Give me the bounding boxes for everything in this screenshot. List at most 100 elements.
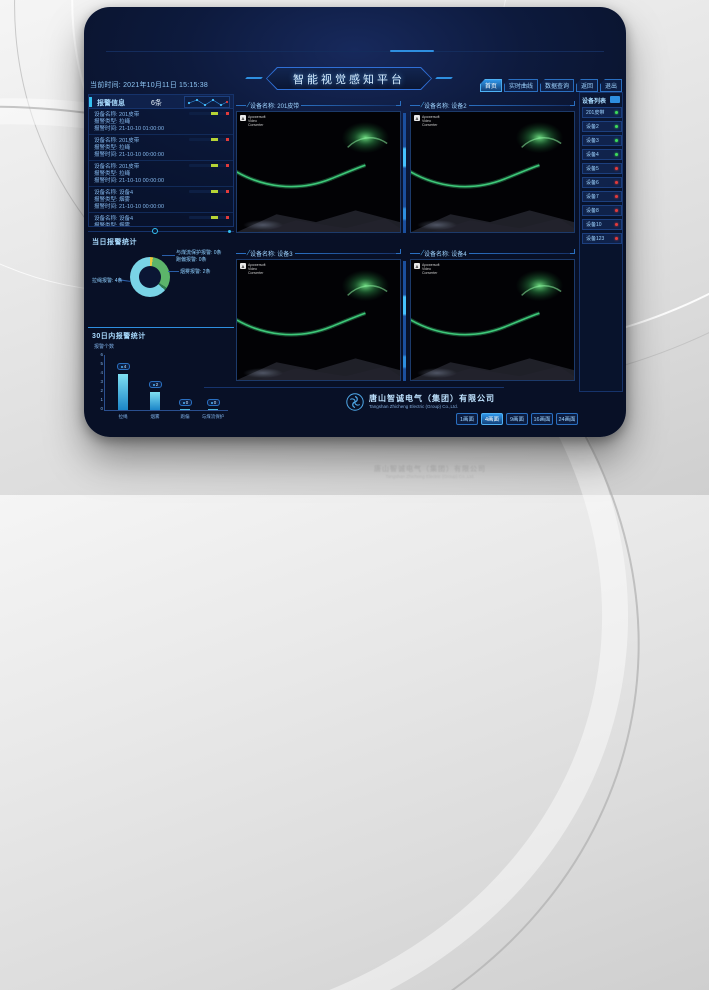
view-button-1[interactable]: 1画面 <box>456 413 478 425</box>
alarm-count-badge: 6条 <box>151 98 162 108</box>
circuit-decoration-icon <box>184 96 230 108</box>
device-list: 201皮带 设备2 设备3 设备4 设备5 设备6 设备7 设备 <box>582 107 622 247</box>
device-status-dot <box>615 237 618 240</box>
nav-button-exit[interactable]: 退出 <box>600 79 622 92</box>
bar-value-badge: 4 <box>117 363 130 370</box>
company-logo-icon <box>346 393 364 411</box>
header-divider <box>106 51 604 52</box>
view-button-9[interactable]: 9画面 <box>506 413 528 425</box>
device-status-dot <box>615 153 618 156</box>
device-item[interactable]: 设备2 <box>582 121 622 132</box>
watermark: A ApowersoftVideo Converter <box>414 115 422 121</box>
video-panel-4[interactable]: / 设备名称: 设备4 A ApowersoftVideo Converter <box>410 247 575 387</box>
donut-label-pullcord: 拉绳报警: 4条 <box>92 277 123 284</box>
device-item[interactable]: 设备4 <box>582 149 622 160</box>
device-item[interactable]: 设备123 <box>582 233 622 244</box>
y-tick: 3 <box>95 379 103 384</box>
monthly-stats-title: 30日内报警统计 <box>92 331 146 341</box>
video-panel-2[interactable]: / 设备名称: 设备2 A ApowersoftVideo Converter <box>410 99 575 239</box>
page-title-frame: 智能视觉感知平台 <box>266 67 432 90</box>
company-name-en: Tangshan Zhicheng Electric (Group) Co.,L… <box>369 404 458 409</box>
video-device-label: 设备名称: 201皮带 <box>250 101 299 110</box>
device-item[interactable]: 设备5 <box>582 163 622 174</box>
video-light-patch <box>243 368 283 378</box>
nav-button-back[interactable]: 返回 <box>576 79 598 92</box>
nav-button-home[interactable]: 首页 <box>480 79 502 92</box>
alarm-scrollbar[interactable] <box>88 228 234 234</box>
device-status-dot <box>615 195 618 198</box>
device-name: 设备10 <box>586 221 602 228</box>
alarm-list-item[interactable]: 设备名称: 设备4 报警类型: 烟雾 报警时间: 21-10-10 00:00:… <box>89 187 233 213</box>
device-status-dot <box>615 125 618 128</box>
device-item[interactable]: 设备6 <box>582 177 622 188</box>
donut-chart <box>130 257 170 297</box>
alarm-time: 报警时间: 21-10-10 00:00:00 <box>94 178 229 185</box>
video-panel-1[interactable]: / 设备名称: 201皮带 A Apo <box>236 99 401 239</box>
header-divider-accent <box>390 50 434 52</box>
today-stats-title: 当日报警统计 <box>92 237 137 247</box>
top-nav: 首页 实时曲线 数据查询 返回 退出 <box>480 79 622 92</box>
device-name: 设备8 <box>586 207 599 214</box>
video-feed: A ApowersoftVideo Converter <box>410 111 575 233</box>
company-name-cn: 唐山智诚电气（集团）有限公司 <box>369 393 495 404</box>
footer-bar: 唐山智诚电气（集团）有限公司 Tangshan Zhicheng Electri… <box>84 385 626 433</box>
view-button-4[interactable]: 4画面 <box>481 413 503 425</box>
device-name: 201皮带 <box>586 109 604 116</box>
alarm-level-bar <box>189 138 229 141</box>
donut-hole <box>139 266 161 288</box>
title-ornament-right <box>435 77 453 79</box>
watermark: A ApowersoftVideo Converter <box>240 263 248 269</box>
nav-button-data-query[interactable]: 数据查询 <box>540 79 574 92</box>
device-name: 设备7 <box>586 193 599 200</box>
video-light-patch <box>243 220 283 230</box>
donut-label-coalflow: 与煤流保护报警: 0条 <box>176 249 222 256</box>
video-light-patch <box>417 368 457 378</box>
alarm-list-item[interactable]: 设备名称: 201皮带 报警类型: 拉绳 报警时间: 21-10-10 00:0… <box>89 161 233 187</box>
video-grid: / 设备名称: 201皮带 A Apo <box>236 99 575 387</box>
device-status-dot <box>615 167 618 170</box>
bar-chart-ylabel: 报警个数 <box>94 343 114 350</box>
alarm-list-item[interactable]: 设备名称: 设备4 报警类型: 烟雾 报警时间: 21-10-10 00:00:… <box>89 213 233 227</box>
y-tick: 4 <box>95 370 103 375</box>
alarm-panel-header: 报警信息 6条 <box>89 95 233 109</box>
alarm-time: 报警时间: 21-10-10 00:00:00 <box>94 204 229 211</box>
device-item[interactable]: 201皮带 <box>582 107 622 118</box>
donut-label-smoke: 烟雾报警: 2条 <box>180 268 211 275</box>
dashboard-screen: 当前时间: 2021年10月11日 15:15:38 智能视觉感知平台 首页 实… <box>84 7 626 437</box>
device-status-dot <box>615 209 618 212</box>
donut-leader-line <box>162 255 175 256</box>
alarm-time: 报警时间: 21-10-10 01:00:00 <box>94 126 229 133</box>
device-item[interactable]: 设备3 <box>582 135 622 146</box>
device-status-dot <box>615 223 618 226</box>
alarm-list-item[interactable]: 设备名称: 201皮带 报警类型: 拉绳 报警时间: 21-10-10 00:0… <box>89 135 233 161</box>
video-light-patch <box>417 220 457 230</box>
alarm-list-item[interactable]: 设备名称: 201皮带 报警类型: 拉绳 报警时间: 21-10-10 01:0… <box>89 109 233 135</box>
video-panel-3[interactable]: / 设备名称: 设备3 A ApowersoftVideo Converter <box>236 247 401 387</box>
title-ornament-left <box>245 77 263 79</box>
device-name: 设备4 <box>586 151 599 158</box>
device-item[interactable]: 设备8 <box>582 205 622 216</box>
alarm-time: 报警时间: 21-10-10 00:00:00 <box>94 152 229 159</box>
video-feed: A ApowersoftVideo Converter <box>410 259 575 381</box>
watermark-icon: A <box>240 263 246 269</box>
video-feed: A ApowersoftVideo Converter <box>236 111 401 233</box>
watermark-icon: A <box>414 115 420 121</box>
alarm-type: 报警类型: 烟雾 <box>94 223 229 227</box>
device-list-more-button[interactable] <box>610 96 620 103</box>
video-device-label: 设备名称: 设备4 <box>424 249 467 258</box>
device-name: 设备6 <box>586 179 599 186</box>
watermark-icon: A <box>414 263 420 269</box>
video-device-label: 设备名称: 设备2 <box>424 101 467 110</box>
view-button-24[interactable]: 24画面 <box>556 413 578 425</box>
device-name: 设备3 <box>586 137 599 144</box>
device-status-dot <box>615 139 618 142</box>
device-item[interactable]: 设备10 <box>582 219 622 230</box>
page-title: 智能视觉感知平台 <box>293 71 405 87</box>
view-button-16[interactable]: 16画面 <box>531 413 553 425</box>
nav-button-realtime-curve[interactable]: 实时曲线 <box>504 79 538 92</box>
device-item[interactable]: 设备7 <box>582 191 622 202</box>
watermark: A ApowersoftVideo Converter <box>240 115 248 121</box>
device-status-dot <box>615 111 618 114</box>
alarm-type: 报警类型: 烟雾 <box>94 197 229 204</box>
alarm-type: 报警类型: 拉绳 <box>94 119 229 126</box>
